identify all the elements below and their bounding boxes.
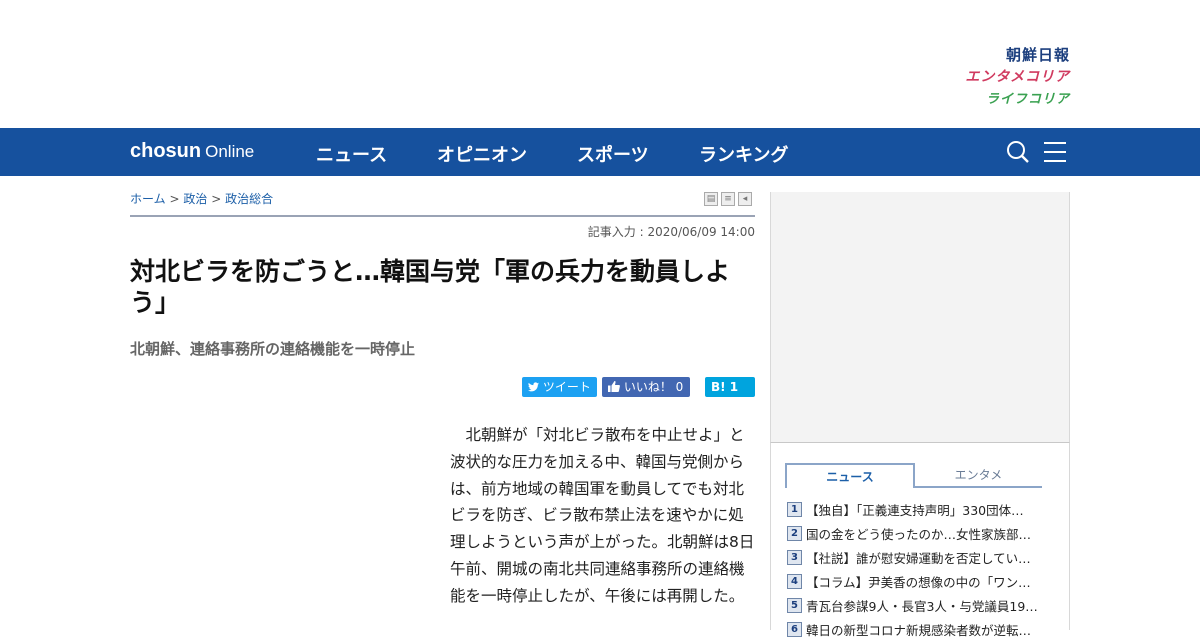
article-body: 北朝鮮が「対北ビラ散布を中止せよ」と波状的な圧力を加える中、韓国与党側からは、前…	[450, 426, 755, 605]
nav-ranking[interactable]: ランキング	[699, 141, 788, 167]
article-tools: ▤ ≡ ◂	[704, 192, 752, 206]
rank-number: 5	[787, 597, 802, 613]
like-button[interactable]: いいね！ 0	[602, 377, 690, 397]
tab-news[interactable]: ニュース	[785, 463, 915, 488]
rank-number: 1	[787, 501, 802, 517]
search-icon[interactable]	[1006, 140, 1030, 164]
site-logo[interactable]: chosun Online	[130, 140, 254, 163]
life-korea-link[interactable]: ライフコリア	[965, 88, 1070, 108]
tweet-button[interactable]: ツイート	[522, 377, 597, 397]
ranking-item-text: 【社説】誰が慰安婦運動を否定してい…	[806, 550, 1031, 566]
rank-number: 6	[787, 621, 802, 637]
ranking-item[interactable]: 3 【社説】誰が慰安婦運動を否定してい…	[787, 548, 1057, 566]
list-icon[interactable]: ≡	[721, 192, 735, 206]
breadcrumb-home[interactable]: ホーム	[130, 192, 166, 206]
chosun-ilbo-link[interactable]: 朝鮮日報	[965, 44, 1070, 66]
ranking-item-text: 青瓦台参謀9人・長官3人・与党議員19…	[806, 598, 1038, 614]
nav-sports[interactable]: スポーツ	[577, 141, 649, 167]
logo-bold-text: chosun	[130, 140, 202, 162]
breadcrumb-separator: >	[169, 192, 180, 206]
twitter-icon	[528, 382, 539, 392]
thumbs-up-icon	[608, 381, 620, 392]
tab-entame[interactable]: エンタメ	[915, 463, 1042, 488]
tweet-label: ツイート	[542, 380, 591, 394]
ranking-item[interactable]: 6 韓日の新型コロナ新規感染者数が逆転…	[787, 620, 1057, 638]
nav-opinion[interactable]: オピニオン	[437, 141, 527, 167]
article-title: 対北ビラを防ごうと…韓国与党「軍の兵力を動員しよう」	[130, 257, 731, 317]
like-label: いいね！ 0	[623, 380, 684, 394]
breadcrumb-separator: >	[211, 192, 222, 206]
logo-light-text: Online	[205, 142, 255, 161]
article-subtitle: 北朝鮮、連絡事務所の連絡機能を一時停止	[130, 340, 416, 358]
rank-number: 4	[787, 573, 802, 589]
breadcrumb-section[interactable]: 政治	[183, 192, 207, 206]
ranking-item-text: 【独自】「正義連支持声明」330団体…	[806, 502, 1024, 518]
breadcrumb: ホーム > 政治 > 政治総合	[130, 190, 273, 207]
ranking-item-text: 韓日の新型コロナ新規感染者数が逆転…	[806, 622, 1032, 638]
breadcrumb-subsection[interactable]: 政治総合	[225, 192, 273, 206]
rank-number: 3	[787, 549, 802, 565]
ranking-item-text: 国の金をどう使ったのか…女性家族部…	[806, 526, 1032, 542]
ranking-item[interactable]: 1 【独自】「正義連支持声明」330団体…	[787, 500, 1057, 518]
rank-number: 2	[787, 525, 802, 541]
ranking-item-text: 【コラム】尹美香の想像の中の「ワン…	[806, 574, 1031, 590]
ranking-item[interactable]: 2 国の金をどう使ったのか…女性家族部…	[787, 524, 1057, 542]
menu-icon[interactable]	[1044, 142, 1066, 162]
article-date: 記事入力 : 2020/06/09 14:00	[587, 225, 755, 239]
ranking-item[interactable]: 5 青瓦台参謀9人・長官3人・与党議員19…	[787, 596, 1057, 614]
print-icon[interactable]: ▤	[704, 192, 718, 206]
nav-news[interactable]: ニュース	[316, 141, 387, 167]
sister-site-links: 朝鮮日報 エンタメコリア ライフコリア	[965, 44, 1070, 108]
ad-placeholder	[770, 192, 1070, 443]
divider	[130, 215, 755, 217]
hatena-bookmark-button[interactable]: B! 1	[705, 377, 755, 397]
entame-korea-link[interactable]: エンタメコリア	[965, 66, 1070, 88]
main-nav: chosun Online ニュース オピニオン スポーツ ランキング	[0, 128, 1200, 176]
top-header: 朝鮮日報 エンタメコリア ライフコリア	[0, 0, 1200, 128]
ranking-item[interactable]: 4 【コラム】尹美香の想像の中の「ワン…	[787, 572, 1057, 590]
back-icon[interactable]: ◂	[738, 192, 752, 206]
